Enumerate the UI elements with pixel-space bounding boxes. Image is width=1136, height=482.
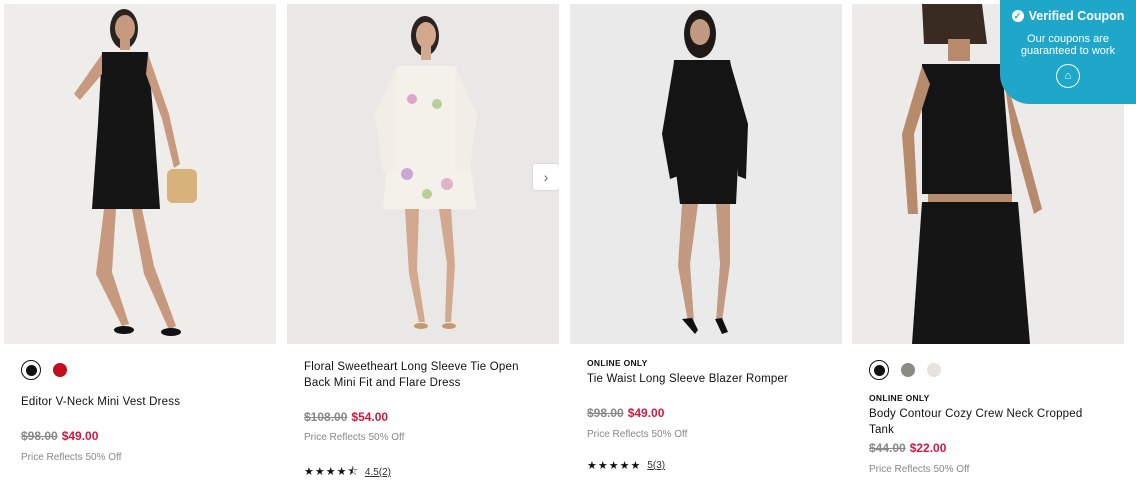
product-price: $98.00 $49.00 [21, 429, 98, 443]
sale-price: $49.00 [627, 406, 665, 420]
online-only-badge: ONLINE ONLY [869, 393, 930, 403]
sale-price: $54.00 [351, 410, 389, 424]
swatch-black[interactable] [869, 360, 889, 380]
swatch-black[interactable] [21, 360, 41, 380]
coupon-subtitle: Our coupons are guaranteed to work [1020, 33, 1116, 57]
original-price: $44.00 [869, 441, 906, 455]
swatch-red[interactable] [53, 363, 67, 377]
price-note: Price Reflects 50% Off [587, 429, 688, 440]
coupon-tag-icon[interactable]: ⌂ [1056, 64, 1080, 88]
color-swatches [21, 360, 67, 380]
star-rating-icon: ★★★★⯪ [304, 466, 359, 478]
product-price: $108.00 $54.00 [304, 410, 388, 424]
sale-price: $49.00 [61, 429, 99, 443]
product-rating: ★★★★⯪ 4.5(2) [304, 463, 391, 482]
online-only-badge: ONLINE ONLY [587, 358, 648, 368]
original-price: $98.00 [21, 429, 58, 443]
product-image[interactable] [570, 4, 842, 344]
product-grid: Editor V-Neck Mini Vest Dress $98.00 $49.… [0, 0, 1136, 478]
coupon-header: ✓ Verified Coupon [1000, 9, 1136, 23]
product-name[interactable]: Floral Sweetheart Long Sleeve Tie Open B… [304, 359, 534, 391]
sale-price: $22.00 [909, 441, 947, 455]
chevron-right-icon: › [543, 169, 549, 185]
review-count-link[interactable]: 4.5(2) [365, 467, 391, 478]
swatch-gray[interactable] [901, 363, 915, 377]
next-image-button[interactable]: › [533, 164, 559, 190]
color-swatches [869, 360, 941, 380]
product-image[interactable]: › [287, 4, 559, 344]
product-card[interactable]: › Floral Sweetheart Long Sleeve Tie Open… [287, 0, 559, 478]
product-price: $98.00 $49.00 [587, 406, 664, 420]
price-note: Price Reflects 50% Off [21, 452, 122, 463]
swatch-cream[interactable] [927, 363, 941, 377]
product-price: $44.00 $22.00 [869, 441, 946, 455]
product-name[interactable]: Editor V-Neck Mini Vest Dress [21, 394, 251, 410]
price-note: Price Reflects 50% Off [304, 432, 405, 443]
original-price: $98.00 [587, 406, 624, 420]
product-name[interactable]: Tie Waist Long Sleeve Blazer Romper [587, 371, 817, 387]
product-rating: ★★★★★ 5(3) [587, 459, 665, 472]
coupon-title: Verified Coupon [1028, 9, 1125, 23]
original-price: $108.00 [304, 410, 348, 424]
product-name[interactable]: Body Contour Cozy Crew Neck Cropped Tank [869, 406, 1099, 438]
verified-coupon-widget[interactable]: ✓ Verified Coupon Our coupons are guaran… [1000, 0, 1136, 104]
product-card[interactable]: Editor V-Neck Mini Vest Dress $98.00 $49.… [4, 0, 276, 478]
star-rating-icon: ★★★★★ [587, 460, 642, 472]
product-card[interactable]: ONLINE ONLY Tie Waist Long Sleeve Blazer… [570, 0, 842, 478]
review-count-link[interactable]: 5(3) [647, 460, 665, 471]
check-icon: ✓ [1011, 10, 1024, 22]
product-image[interactable] [4, 4, 276, 344]
price-note: Price Reflects 50% Off [869, 464, 970, 475]
